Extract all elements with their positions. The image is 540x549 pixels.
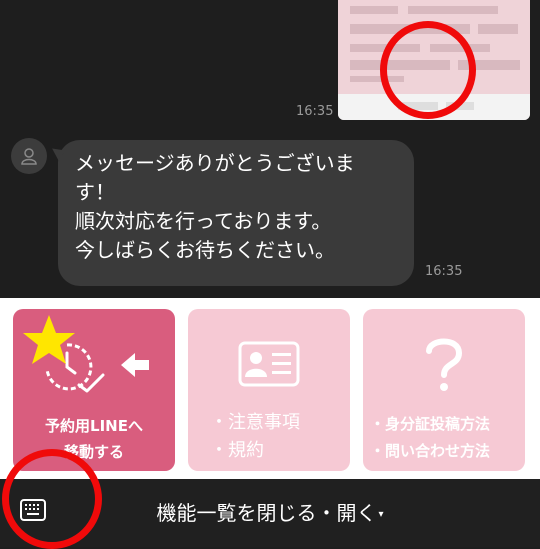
annotation-circle [380, 21, 476, 119]
tile-label: ・注意事項 ・規約 [210, 412, 300, 461]
menu-tile-id-upload-contact[interactable]: ・身分証投稿方法 ・問い合わせ方法 [363, 309, 525, 471]
avatar[interactable] [11, 138, 47, 174]
caret-down-icon: ▾ [378, 509, 384, 520]
person-icon [21, 148, 37, 165]
star-icon [23, 315, 75, 364]
sent-image-timestamp: 16:35 [296, 104, 334, 119]
message-timestamp: 16:35 [425, 264, 463, 279]
message-line: メッセージありがとうございま [75, 151, 355, 175]
tile-label: ・身分証投稿方法 ・問い合わせ方法 [370, 415, 491, 460]
message-line: す！ [75, 180, 115, 204]
annotation-circle [2, 449, 102, 549]
message-line: 順次対応を行っております。 [75, 209, 332, 233]
message-bubble: メッセージありがとうございま す！ 順次対応を行っております。 今しばらくお待ち… [58, 140, 414, 286]
menu-tile-reservation-line[interactable]: 予約用LINEへ 移動する [13, 309, 175, 471]
question-mark-icon [426, 338, 463, 391]
menu-tile-notes-terms[interactable]: ・注意事項 ・規約 [188, 309, 350, 471]
rich-menu: 予約用LINEへ 移動する ・注意事項 ・規約 ・身分証投稿方法 ・問い合わせ方… [0, 298, 540, 479]
message-line: 今しばらくお待ちください。 [75, 238, 335, 262]
id-card-icon [238, 341, 300, 387]
